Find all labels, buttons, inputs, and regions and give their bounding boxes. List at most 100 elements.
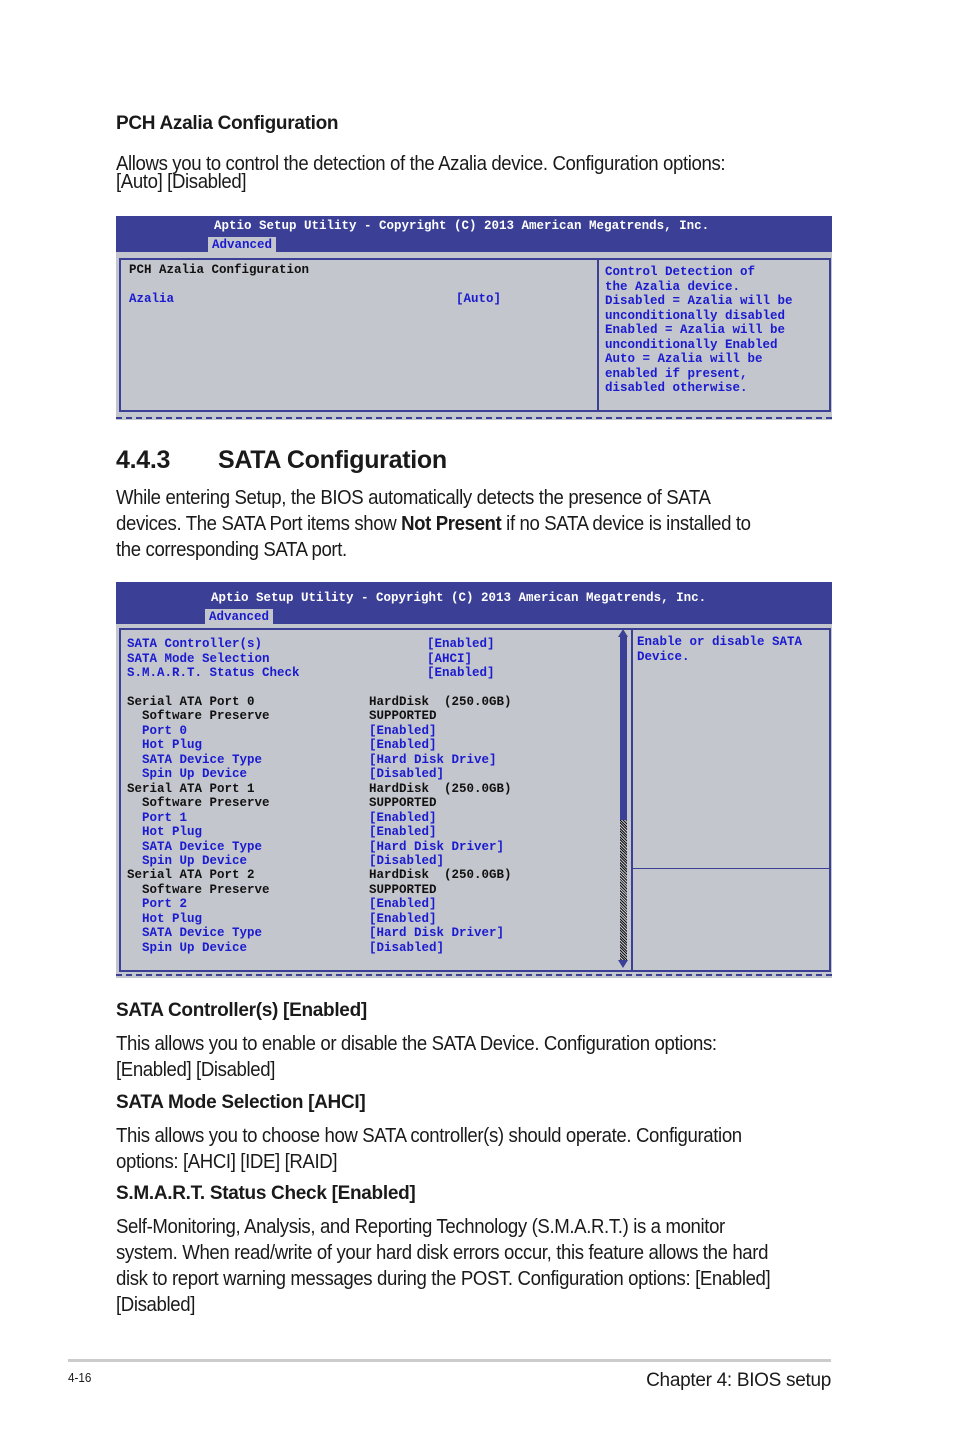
desc-body-smart: Self-Monitoring, Analysis, and Reporting… [116,1214,860,1318]
setting-label[interactable]: Port 2 [127,897,187,912]
scrollbar-track[interactable] [620,820,627,962]
not-present-emphasis: Not Present [401,513,502,535]
help-line: Enable or disable SATA [637,635,803,649]
setting-sata-controller-label[interactable]: SATA Controller(s) [127,637,262,652]
bios-header: Aptio Setup Utility - Copyright (C) 2013… [116,582,832,625]
setting-value: SUPPORTED [369,796,437,811]
footer-rule [68,1359,831,1362]
setting-label[interactable]: Spin Up Device [127,941,247,956]
setting-label: Software Preserve [127,709,270,724]
desc-heading-sata-mode: SATA Mode Selection [AHCI] [116,1092,366,1113]
desc-line: This allows you to enable or disable the… [116,1033,717,1055]
bios-title: Aptio Setup Utility - Copyright (C) 2013… [214,219,710,233]
setting-azalia-value[interactable]: [Auto] [456,292,501,307]
setting-label: Software Preserve [127,882,270,897]
help-divider [633,868,829,869]
setting-label[interactable]: Hot Plug [127,738,202,753]
setting-label[interactable]: SATA Device Type [127,840,262,855]
help-line: unconditionally Enabled [605,337,778,352]
setting-value[interactable]: [Hard Disk Driver] [369,926,504,941]
bios-bottom-dashes [116,417,832,419]
setting-value[interactable]: [Enabled] [369,724,437,739]
sata-intro-line: devices. The SATA Port items show Not Pr… [116,511,860,537]
scrollbar-thumb[interactable] [620,636,627,820]
setting-value[interactable]: [Enabled] [369,897,437,912]
text: devices. The SATA Port items show [116,513,402,535]
desc-heading-sata-controller: SATA Controller(s) [Enabled] [116,1000,367,1021]
setting-value[interactable]: [Enabled] [369,912,437,927]
setting-label[interactable]: SATA Device Type [127,926,262,941]
bios-header: Aptio Setup Utility - Copyright (C) 2013… [116,216,832,253]
setting-value[interactable]: [Hard Disk Driver] [369,840,504,855]
setting-sata-mode-value[interactable]: [AHCI] [427,652,472,667]
desc-line: [Enabled] [Disabled] [116,1059,276,1081]
setting-sata-mode-label[interactable]: SATA Mode Selection [127,652,270,667]
help-line: Enabled = Azalia will be [605,323,786,337]
setting-value[interactable]: [Enabled] [369,738,437,753]
setting-label[interactable]: Spin Up Device [127,767,247,782]
setting-label[interactable]: Hot Plug [127,912,202,927]
bios-settings-pane: PCH Azalia Configuration Azalia [Auto] [121,260,597,410]
setting-label[interactable]: Hot Plug [127,825,202,840]
bios-content: SATA Controller(s) [Enabled] SATA Mode S… [119,628,831,972]
sata-intro-line: the corresponding SATA port. [116,539,347,561]
setting-value[interactable]: [Enabled] [369,811,437,826]
help-line: disabled otherwise. [605,381,748,395]
desc-line: options: [AHCI] [IDE] [RAID] [116,1151,338,1173]
bios-bottom-dashes [116,974,832,976]
desc-heading-smart: S.M.A.R.T. Status Check [Enabled] [116,1183,416,1204]
setting-value: SUPPORTED [369,709,437,724]
desc-line: [Disabled] [116,1294,195,1316]
help-line: enabled if present, [605,366,748,381]
bios-settings-pane: SATA Controller(s) [Enabled] SATA Mode S… [121,629,631,970]
bios-screen-sata: Aptio Setup Utility - Copyright (C) 2013… [116,582,832,978]
setting-value[interactable]: [Hard Disk Drive] [369,753,497,768]
azalia-description-line: [Auto] [Disabled] [116,171,247,193]
desc-body-sata-mode: This allows you to choose how SATA contr… [116,1123,860,1175]
help-line: Disabled = Azalia will be [605,294,793,308]
page-number: 4-16 [68,1370,92,1385]
setting-label: Software Preserve [127,796,270,811]
setting-value: SUPPORTED [369,882,437,897]
azalia-heading: PCH Azalia Configuration [116,113,339,134]
setting-sata-controller-value[interactable]: [Enabled] [427,637,495,652]
bios-title: Aptio Setup Utility - Copyright (C) 2013… [211,591,707,605]
help-line: Device. [637,649,690,664]
setting-azalia-label[interactable]: Azalia [129,292,174,307]
setting-value[interactable]: [Disabled] [369,854,444,869]
help-line: unconditionally disabled [605,308,786,323]
setting-smart-check-value[interactable]: [Enabled] [427,666,495,681]
scroll-down-arrow-icon[interactable] [618,960,628,968]
setting-label[interactable]: Spin Up Device [127,854,247,869]
azalia-description: Allows you to control the detection of t… [116,154,860,193]
desc-line: Self-Monitoring, Analysis, and Reporting… [116,1216,725,1238]
port-header-label: Serial ATA Port 1 [127,781,255,796]
setting-label[interactable]: Port 1 [127,811,187,826]
sata-intro: While entering Setup, the BIOS automatic… [116,485,860,563]
help-line: Auto = Azalia will be [605,352,763,366]
scroll-up-arrow-icon[interactable] [618,629,628,637]
bios-help-pane: Control Detection of the Azalia device. Di… [597,260,829,410]
setting-value[interactable]: [Disabled] [369,767,444,782]
port-header-value: HardDisk (250.0GB) [369,695,512,709]
bios-content: PCH Azalia Configuration Azalia [Auto] C… [119,258,831,412]
tab-advanced[interactable]: Advanced [205,609,274,625]
help-line: Control Detection of [605,265,756,279]
desc-line: system. When read/write of your hard dis… [116,1242,769,1264]
setting-value[interactable]: [Disabled] [369,941,444,956]
sata-intro-line: While entering Setup, the BIOS automatic… [116,487,711,509]
desc-body-sata-controller: This allows you to enable or disable the… [116,1031,860,1083]
setting-label[interactable]: Port 0 [127,724,187,739]
setting-smart-check-label[interactable]: S.M.A.R.T. Status Check [127,666,300,681]
port-header-value: HardDisk (250.0GB) [369,868,512,883]
bios-screen-azalia: Aptio Setup Utility - Copyright (C) 2013… [116,216,832,420]
setting-value[interactable]: [Enabled] [369,825,437,840]
desc-line: This allows you to choose how SATA contr… [116,1125,742,1147]
setting-label[interactable]: SATA Device Type [127,753,262,768]
section-label: PCH Azalia Configuration [129,263,310,277]
tab-advanced[interactable]: Advanced [208,237,277,253]
port-header-label: Serial ATA Port 2 [127,868,255,883]
help-line: the Azalia device. [605,279,741,294]
port-header-value: HardDisk (250.0GB) [369,781,512,796]
bios-help-pane: Enable or disable SATA Device. [631,630,829,970]
